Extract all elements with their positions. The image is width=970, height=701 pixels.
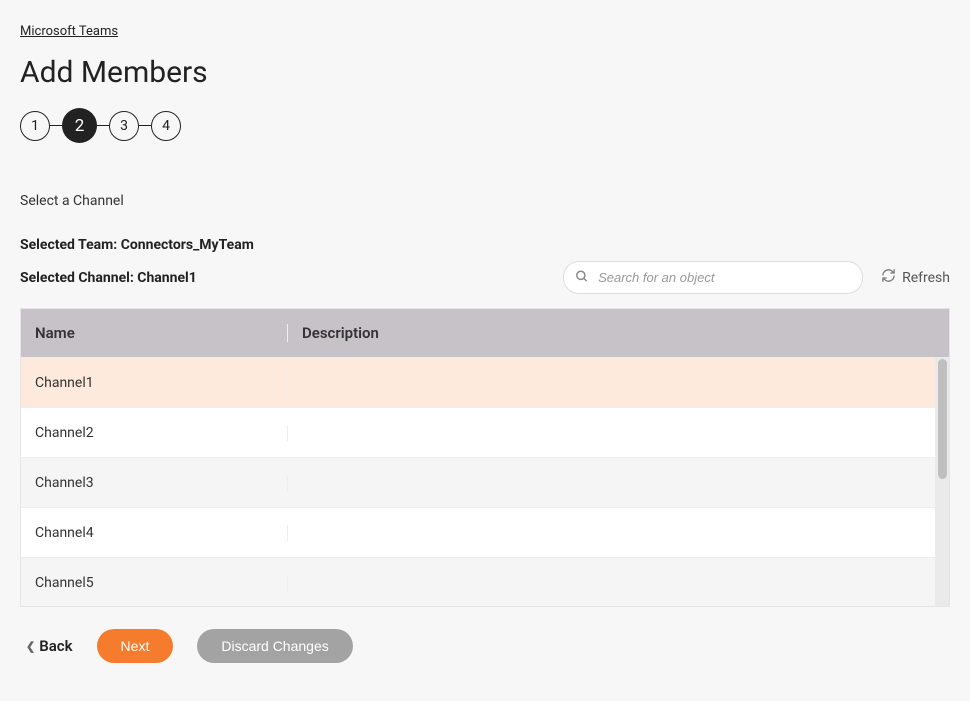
refresh-label: Refresh [902, 270, 950, 286]
table-row[interactable]: Channel2 [21, 407, 935, 457]
search-box [563, 261, 863, 294]
channel-table: Name Description Channel1Channel2Channel… [20, 308, 950, 607]
scrollbar-thumb[interactable] [938, 359, 947, 479]
cell-name: Channel5 [21, 575, 288, 591]
table-row[interactable]: Channel1 [21, 357, 935, 407]
step-2[interactable]: 2 [62, 108, 97, 143]
page-title: Add Members [20, 55, 950, 90]
step-connector [97, 125, 109, 127]
table-row[interactable]: Channel5 [21, 557, 935, 606]
cell-name: Channel2 [21, 425, 288, 441]
column-header-name[interactable]: Name [21, 324, 288, 342]
discard-button[interactable]: Discard Changes [197, 629, 352, 663]
cell-name: Channel3 [21, 475, 288, 491]
step-connector [50, 125, 62, 127]
selected-channel-label: Selected Channel: Channel1 [20, 270, 197, 286]
back-button[interactable]: ❮ Back [26, 637, 73, 655]
breadcrumb-link[interactable]: Microsoft Teams [20, 24, 118, 39]
step-3[interactable]: 3 [109, 111, 139, 141]
table-row[interactable]: Channel4 [21, 507, 935, 557]
table-header: Name Description [21, 309, 949, 357]
footer: ❮ Back Next Discard Changes [20, 607, 950, 663]
refresh-button[interactable]: Refresh [881, 268, 950, 287]
next-button[interactable]: Next [97, 629, 174, 663]
table-row[interactable]: Channel3 [21, 457, 935, 507]
subtitle: Select a Channel [20, 193, 950, 209]
step-1[interactable]: 1 [20, 111, 50, 141]
step-4[interactable]: 4 [151, 111, 181, 141]
refresh-icon [881, 268, 896, 287]
cell-name: Channel1 [21, 375, 288, 391]
scrollbar-track[interactable] [935, 357, 949, 606]
search-input[interactable] [563, 261, 863, 294]
table-body: Channel1 Channel2 Channel3 Channel4 Channel5 [21, 357, 949, 606]
step-connector [139, 125, 151, 127]
stepper: 1234 [20, 108, 950, 143]
chevron-left-icon: ❮ [26, 640, 35, 653]
selected-team-label: Selected Team: Connectors_MyTeam [20, 237, 254, 253]
column-header-description[interactable]: Description [288, 324, 949, 342]
cell-name: Channel4 [21, 525, 288, 541]
